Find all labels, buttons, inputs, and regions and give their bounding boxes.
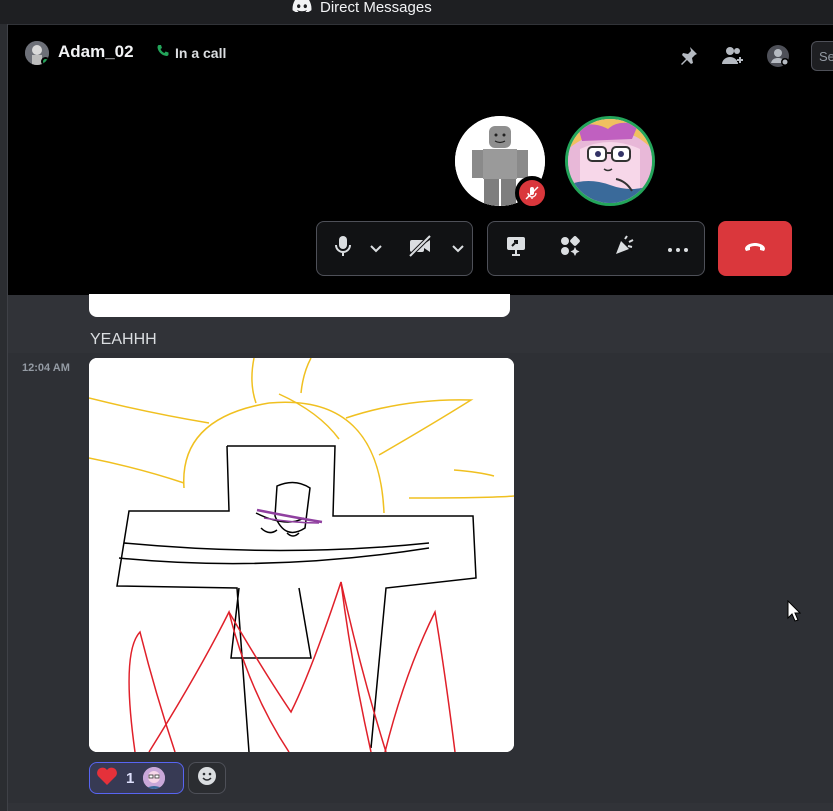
previous-attachment[interactable] — [89, 294, 510, 317]
username[interactable]: Adam_02 — [58, 42, 134, 62]
camera-off-icon — [408, 234, 432, 262]
search-input[interactable]: Se — [811, 41, 833, 71]
screen-share-icon — [505, 235, 527, 262]
avatar[interactable] — [25, 41, 49, 65]
call-status: In a call — [156, 44, 226, 61]
participant-avatar-anime[interactable] — [565, 116, 655, 206]
more-icon — [667, 240, 689, 258]
pin-icon[interactable] — [676, 44, 700, 68]
drawing-image[interactable] — [89, 358, 514, 752]
add-reaction-button[interactable] — [188, 762, 226, 794]
discord-logo-icon — [292, 0, 312, 17]
screen-share-button[interactable] — [488, 229, 544, 269]
window-title: Direct Messages — [320, 0, 432, 16]
soundboard-icon — [613, 235, 635, 262]
end-call-icon — [743, 240, 767, 258]
header-toolbar: Se — [676, 41, 833, 71]
call-status-label: In a call — [175, 44, 227, 61]
title-bar: Direct Messages — [0, 0, 833, 24]
message-text: YEAHHH — [90, 331, 157, 348]
soundboard-button[interactable] — [596, 229, 652, 269]
add-friends-icon[interactable] — [721, 44, 745, 68]
online-status-dot — [41, 57, 49, 65]
muted-icon — [515, 176, 549, 210]
activities-icon — [559, 235, 581, 262]
reaction-count: 1 — [126, 769, 135, 787]
audio-video-controls — [316, 221, 473, 276]
microphone-icon — [334, 235, 352, 262]
heart-icon — [96, 766, 118, 791]
call-header: Adam_02 In a call Se — [8, 25, 833, 81]
reactor-avatar — [143, 767, 166, 789]
phone-icon — [156, 44, 170, 61]
smiley-icon — [197, 766, 217, 791]
chevron-down-icon — [370, 240, 382, 258]
activity-controls — [487, 221, 705, 276]
voice-call-panel: Adam_02 In a call Se — [8, 25, 833, 295]
mouse-cursor-icon — [787, 599, 802, 627]
microphone-button[interactable] — [323, 229, 363, 269]
camera-options-button[interactable] — [445, 229, 471, 269]
heart-reaction-button[interactable]: 1 — [89, 762, 184, 794]
user-profile-icon[interactable] — [766, 44, 790, 68]
message-timestamp[interactable]: 12:04 AM — [22, 362, 70, 374]
microphone-options-button[interactable] — [363, 229, 389, 269]
chevron-down-icon — [452, 240, 464, 258]
bottom-strip — [8, 803, 833, 811]
activities-button[interactable] — [544, 229, 596, 269]
left-border — [0, 24, 8, 811]
camera-button[interactable] — [395, 229, 445, 269]
end-call-button[interactable] — [718, 221, 792, 276]
more-options-button[interactable] — [652, 229, 704, 269]
